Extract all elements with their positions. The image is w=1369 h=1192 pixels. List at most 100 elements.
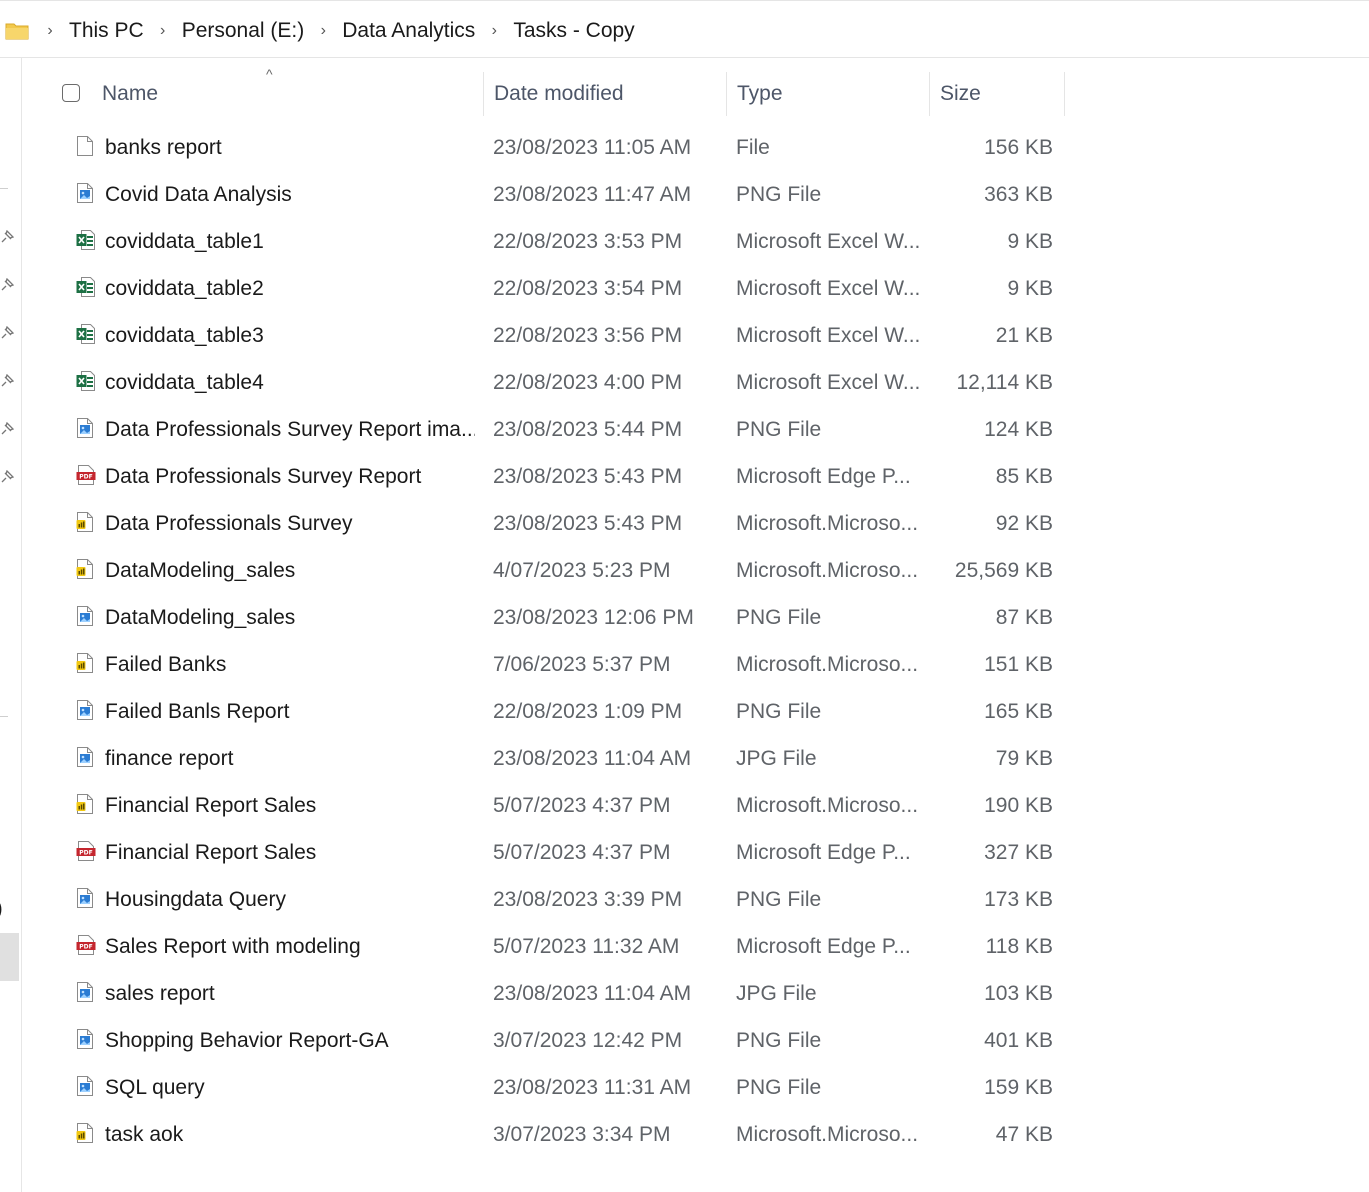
file-row[interactable]: task aok 3/07/2023 3:34 PM Microsoft.Micro… (22, 1111, 1122, 1158)
file-type: Microsoft Edge P... (736, 935, 911, 958)
file-size: 92 KB (995, 512, 1053, 535)
file-type: PNG File (736, 1029, 822, 1052)
image-file-icon (76, 981, 94, 1003)
file-row[interactable]: SQL query 23/08/2023 11:31 AM PNG File 159 … (22, 1064, 1122, 1111)
nav-item-label-partial: ) (0, 898, 3, 921)
file-size: 79 KB (995, 747, 1053, 770)
file-row[interactable]: Data Professionals Survey Report ima... 2… (22, 406, 1122, 453)
pin-icon[interactable] (0, 229, 15, 244)
file-size: 118 KB (985, 935, 1053, 958)
file-type: PNG File (736, 418, 822, 441)
breadcrumb-separator-icon[interactable]: › (477, 22, 511, 40)
breadcrumb-item-current-folder[interactable]: Tasks - Copy (511, 19, 636, 43)
file-row[interactable]: coviddata_table4 22/08/2023 4:00 PM Micros… (22, 359, 1122, 406)
file-date-modified: 22/08/2023 4:00 PM (493, 371, 683, 394)
file-row[interactable]: PDF Financial Report Sales 5/07/2023 4:37 … (22, 829, 1122, 876)
file-date-modified: 22/08/2023 3:53 PM (493, 230, 683, 253)
file-row[interactable]: finance report 23/08/2023 11:04 AM JPG Fil… (22, 735, 1122, 782)
file-row[interactable]: Covid Data Analysis 23/08/2023 11:47 AM PN… (22, 171, 1122, 218)
file-size: 401 KB (984, 1029, 1053, 1052)
file-name: DataModeling_sales (105, 606, 296, 629)
pin-icon[interactable] (0, 469, 15, 484)
breadcrumb-separator-icon[interactable]: › (306, 22, 340, 40)
column-header-date-modified[interactable]: Date modified (484, 72, 727, 116)
column-header-name-label: Name (102, 82, 159, 105)
navigation-pane[interactable]: ) (0, 58, 22, 1192)
file-type: Microsoft Excel W... (736, 324, 921, 347)
powerbi-file-icon (76, 652, 94, 674)
file-date-modified: 23/08/2023 5:43 PM (493, 465, 683, 488)
excel-file-icon (76, 323, 95, 345)
breadcrumb-item-drive[interactable]: Personal (E:) (180, 19, 307, 43)
file-size: 87 KB (995, 606, 1053, 629)
pin-icon[interactable] (0, 325, 15, 340)
file-type: Microsoft.Microso... (736, 794, 919, 817)
column-header-type[interactable]: Type (727, 72, 930, 116)
file-row[interactable]: Failed Banks 7/06/2023 5:37 PM Microsoft.M… (22, 641, 1122, 688)
image-file-icon (76, 1028, 94, 1050)
file-row[interactable]: Shopping Behavior Report-GA 3/07/2023 12:… (22, 1017, 1122, 1064)
breadcrumb-item-data-analytics[interactable]: Data Analytics (340, 19, 477, 43)
file-row[interactable]: DataModeling_sales 4/07/2023 5:23 PM Micro… (22, 547, 1122, 594)
file-name: task aok (105, 1123, 184, 1146)
nav-item-selected[interactable] (0, 933, 19, 981)
address-bar[interactable]: › This PC › Personal (E:) › Data Analyti… (0, 0, 1369, 58)
file-date-modified: 23/08/2023 11:05 AM (493, 136, 692, 159)
file-date-modified: 23/08/2023 11:04 AM (493, 747, 692, 770)
file-name: Data Professionals Survey Report ima... (105, 418, 475, 441)
file-name: Financial Report Sales (105, 794, 317, 817)
column-header-size[interactable]: Size (930, 72, 1065, 116)
breadcrumb-separator-icon[interactable]: › (146, 22, 180, 40)
pin-icon[interactable] (0, 277, 15, 292)
file-name: Shopping Behavior Report-GA (105, 1029, 389, 1052)
file-size: 151 KB (984, 653, 1053, 676)
file-date-modified: 5/07/2023 11:32 AM (493, 935, 680, 958)
file-size: 21 KB (995, 324, 1053, 347)
file-type: Microsoft.Microso... (736, 559, 919, 582)
breadcrumb-item-this-pc[interactable]: This PC (67, 19, 146, 43)
file-type: Microsoft Edge P... (736, 841, 911, 864)
select-all-checkbox[interactable] (62, 84, 80, 102)
powerbi-file-icon (76, 793, 94, 815)
file-size: 12,114 KB (956, 371, 1053, 394)
file-name: DataModeling_sales (105, 559, 296, 582)
breadcrumb: › This PC › Personal (E:) › Data Analyti… (5, 15, 637, 47)
file-type: PNG File (736, 700, 822, 723)
file-row[interactable]: Financial Report Sales 5/07/2023 4:37 PM M… (22, 782, 1122, 829)
pin-icon[interactable] (0, 421, 15, 436)
file-type: PNG File (736, 606, 822, 629)
excel-file-icon (76, 370, 95, 392)
file-size: 156 KB (984, 136, 1053, 159)
powerbi-file-icon (76, 558, 94, 580)
column-header-name[interactable]: Name (92, 72, 484, 116)
file-row[interactable]: sales report 23/08/2023 11:04 AM JPG File 1… (22, 970, 1122, 1017)
file-type: Microsoft.Microso... (736, 653, 919, 676)
file-row[interactable]: banks report 23/08/2023 11:05 AM File 156 K… (22, 124, 1122, 171)
file-name: coviddata_table2 (105, 277, 264, 300)
file-date-modified: 23/08/2023 3:39 PM (493, 888, 683, 911)
file-row[interactable]: coviddata_table3 22/08/2023 3:56 PM Micros… (22, 312, 1122, 359)
file-row[interactable]: Data Professionals Survey 23/08/2023 5:43… (22, 500, 1122, 547)
file-row[interactable]: coviddata_table2 22/08/2023 3:54 PM Micros… (22, 265, 1122, 312)
column-header-size-label: Size (940, 82, 981, 105)
file-type: Microsoft.Microso... (736, 512, 919, 535)
file-row[interactable]: PDF Sales Report with modeling 5/07/2023 1… (22, 923, 1122, 970)
file-date-modified: 23/08/2023 5:44 PM (493, 418, 683, 441)
file-row[interactable]: DataModeling_sales 23/08/2023 12:06 PM PNG… (22, 594, 1122, 641)
file-name: Housingdata Query (105, 888, 286, 911)
image-file-icon (76, 699, 94, 721)
image-file-icon (76, 1075, 94, 1097)
file-name: SQL query (105, 1076, 205, 1099)
file-row[interactable]: Failed Banls Report 22/08/2023 1:09 PM PNG… (22, 688, 1122, 735)
image-file-icon (76, 417, 94, 439)
file-type: File (736, 136, 770, 159)
powerbi-file-icon (76, 1122, 94, 1144)
file-type: Microsoft.Microso... (736, 1123, 919, 1146)
svg-text:PDF: PDF (79, 474, 92, 481)
file-row[interactable]: PDF Data Professionals Survey Report 23/08… (22, 453, 1122, 500)
file-name: Data Professionals Survey (105, 512, 353, 535)
pin-icon[interactable] (0, 373, 15, 388)
file-row[interactable]: Housingdata Query 23/08/2023 3:39 PM PNG F… (22, 876, 1122, 923)
excel-file-icon (76, 276, 95, 298)
file-row[interactable]: coviddata_table1 22/08/2023 3:53 PM Micros… (22, 218, 1122, 265)
